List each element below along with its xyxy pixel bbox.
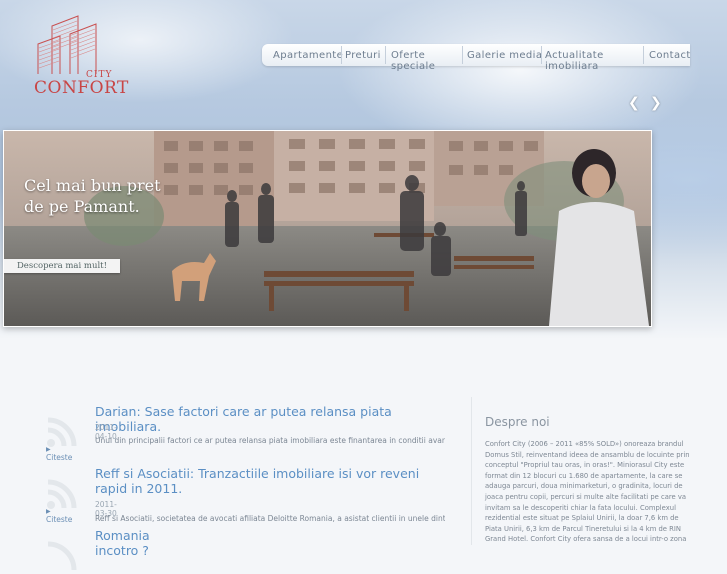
read-more-link[interactable]: ▶ Citeste xyxy=(46,506,72,524)
nav-divider xyxy=(643,46,644,64)
chevron-right-icon[interactable]: ❯ xyxy=(650,96,664,110)
nav-divider xyxy=(385,46,386,64)
nav-item-actualitate-imobiliara[interactable]: Actualitate imobiliara xyxy=(545,44,633,72)
read-more-label: Citeste xyxy=(46,515,73,524)
about-title: Despre noi xyxy=(485,415,550,429)
about-panel: Despre noi Confort City (2006 – 2011 «85… xyxy=(471,397,727,545)
rss-icon xyxy=(47,541,77,571)
caret-right-icon: ▶ xyxy=(46,446,51,453)
hero-photo xyxy=(4,131,651,326)
news-excerpt: Unul din principalii factori ce ar putea… xyxy=(95,436,445,445)
logo-confort-text: CONFORT xyxy=(34,78,129,98)
nav-divider xyxy=(462,46,463,64)
chevron-left-icon[interactable]: ❮ xyxy=(628,96,642,110)
discover-more-button[interactable]: Descopera mai mult! xyxy=(4,259,120,273)
nav-item-contact[interactable]: Contact xyxy=(649,44,691,66)
nav-item-galerie-media[interactable]: Galerie media xyxy=(467,44,542,66)
nav-divider xyxy=(341,46,342,64)
main-nav: Apartamente Preturi Oferte speciale Gale… xyxy=(262,44,691,72)
hero-caption: Cel mai bun pret de pe Pamant. xyxy=(24,176,161,216)
news-title[interactable]: Darian: Sase factori care ar putea relan… xyxy=(95,404,445,434)
nav-item-apartamente[interactable]: Apartamente xyxy=(273,44,343,66)
news-title[interactable]: Reff si Asociatii: Tranzactiile imobilia… xyxy=(95,466,450,496)
news-title[interactable]: Romania incotro ? xyxy=(95,528,150,558)
nav-divider xyxy=(541,46,542,64)
news-excerpt: Reff si Asociatii, societatea de avocati… xyxy=(95,514,445,523)
read-more-link[interactable]: ▶ Citeste xyxy=(46,444,72,462)
nav-item-preturi[interactable]: Preturi xyxy=(345,44,381,66)
read-more-label: Citeste xyxy=(46,453,73,462)
nav-item-oferte-speciale[interactable]: Oferte speciale xyxy=(391,44,461,72)
hero-slide: Cel mai bun pret de pe Pamant. Descopera… xyxy=(3,130,652,327)
about-text: Confort City (2006 – 2011 «85% SOLD») on… xyxy=(485,440,690,544)
caret-right-icon: ▶ xyxy=(46,508,51,515)
